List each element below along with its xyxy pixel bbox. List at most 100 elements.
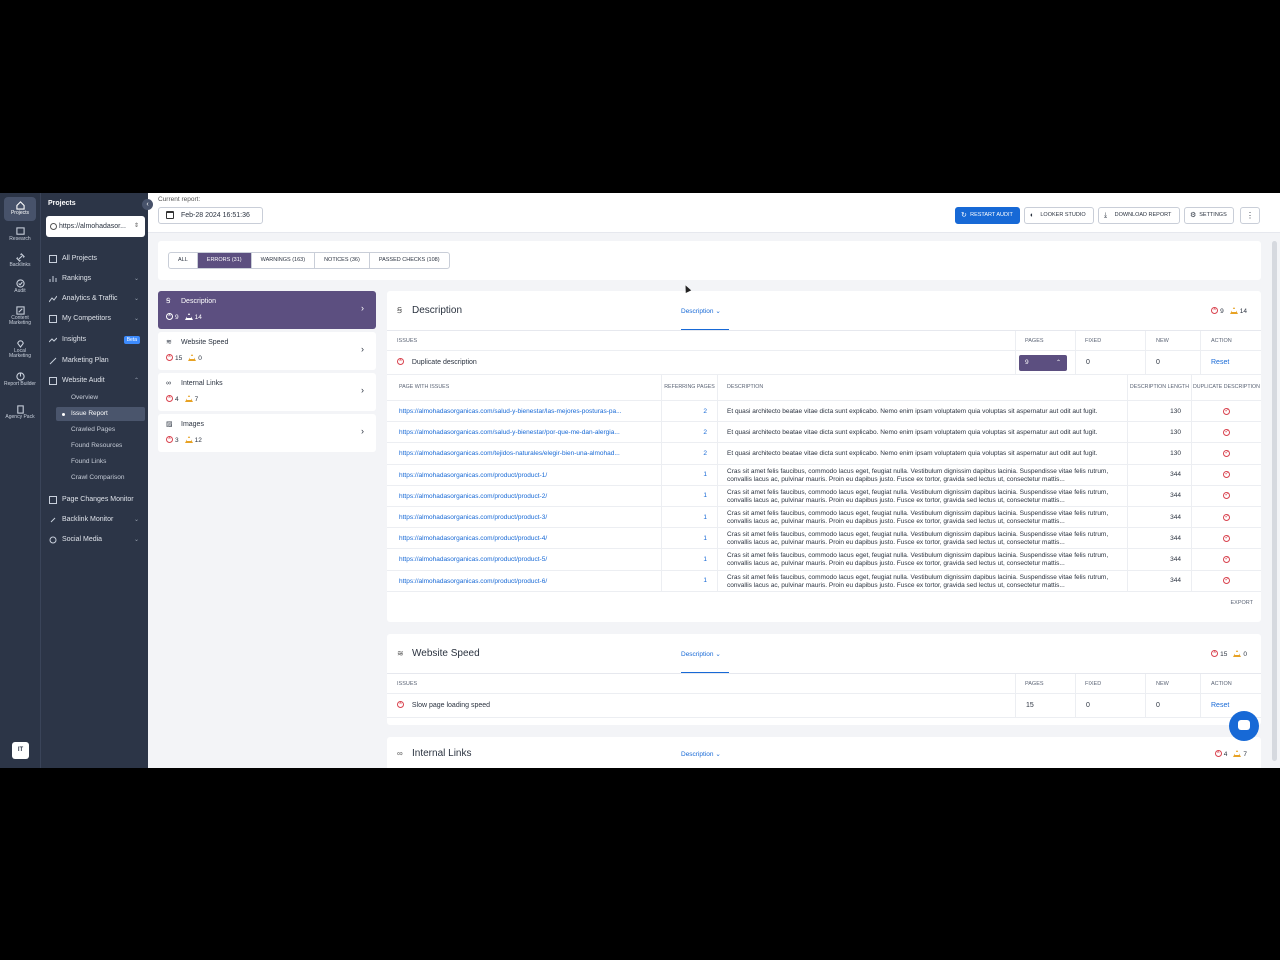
tab-warnings[interactable]: WARNINGS (163)	[252, 253, 316, 268]
page-url-link[interactable]: https://almohadasorganicas.com/product/p…	[399, 465, 654, 485]
sidebar-item-competitors[interactable]: My Competitors ⌄	[41, 311, 148, 327]
page-scrollbar[interactable]	[1272, 241, 1277, 761]
topbar: Current report: Feb-28 2024 16:51:36 ↻ R…	[148, 193, 1280, 233]
category-name: Images	[181, 421, 204, 428]
sidebar-item-insights[interactable]: Insights Beta	[41, 332, 148, 348]
avatar[interactable]: IT	[12, 742, 29, 759]
rail-backlinks[interactable]: Backlinks	[4, 249, 36, 273]
more-menu-button[interactable]: ⋮	[1240, 207, 1260, 224]
sidebar-item-page-changes[interactable]: Page Changes Monitor	[41, 492, 148, 508]
category-internal-links[interactable]: ∞ Internal Links 47 ›	[158, 373, 376, 411]
referring-pages-count[interactable]: 1	[661, 549, 717, 570]
referring-pages-count[interactable]: 1	[661, 485, 717, 506]
rail-content-marketing[interactable]: Content Marketing	[4, 302, 36, 332]
rail-agency-pack[interactable]: Agency Pack	[4, 401, 36, 431]
sidebar-item-analytics[interactable]: Analytics & Traffic ⌄	[41, 291, 148, 307]
report-date-select[interactable]: Feb-28 2024 16:51:36	[158, 207, 263, 224]
view-dropdown[interactable]: Description ⌄	[681, 650, 721, 658]
affected-page-row: https://almohadasorganicas.com/product/p…	[387, 506, 1261, 529]
settings-button[interactable]: ⚙ SETTINGS	[1184, 207, 1234, 224]
duplicate-cell	[1191, 506, 1261, 528]
page-url-link[interactable]: https://almohadasorganicas.com/product/p…	[399, 549, 654, 569]
category-counts: 15 0	[166, 353, 202, 362]
rail-research[interactable]: Research	[4, 223, 36, 247]
export-link[interactable]: EXPORT	[387, 592, 1261, 614]
sidebar-sub-issue-report[interactable]: Issue Report	[56, 407, 145, 421]
error-count: 15	[175, 355, 183, 362]
rail-report-builder[interactable]: Report Builder	[4, 368, 36, 398]
page-url-link[interactable]: https://almohadasorganicas.com/tejidos-n…	[399, 443, 654, 463]
sidebar-sub-crawl-comparison[interactable]: Crawl Comparison	[56, 471, 145, 485]
tab-errors[interactable]: ERRORS (31)	[197, 253, 252, 268]
description-icon: Ꞩ	[397, 306, 403, 315]
chevron-right-icon: ›	[361, 344, 364, 354]
tab-all[interactable]: ALL	[169, 253, 198, 268]
tab-notices[interactable]: NOTICES (36)	[315, 253, 370, 268]
sidebar-sub-crawled-pages[interactable]: Crawled Pages	[56, 423, 145, 437]
view-dropdown[interactable]: Description ⌄	[681, 307, 721, 315]
sidebar-sub-found-resources[interactable]: Found Resources	[56, 439, 145, 453]
page-url-link[interactable]: https://almohadasorganicas.com/salud-y-b…	[399, 422, 654, 442]
issue-row[interactable]: Duplicate description 9⌃ 0 0 Reset	[387, 351, 1261, 375]
referring-pages-count[interactable]: 1	[661, 506, 717, 528]
reset-link[interactable]: Reset	[1200, 351, 1261, 374]
sidebar-sub-found-links[interactable]: Found Links	[56, 455, 145, 469]
column-header: NEW	[1145, 674, 1200, 693]
sidebar-collapse-button[interactable]: ‹	[142, 199, 153, 210]
issue-row[interactable]: Slow page loading speed 15 0 0 Reset	[387, 694, 1261, 718]
page-url-link[interactable]: https://almohadasorganicas.com/salud-y-b…	[399, 401, 654, 421]
rail-projects[interactable]: Projects	[4, 197, 36, 221]
view-dropdown[interactable]: Description ⌄	[681, 750, 721, 758]
sidebar-item-marketing-plan[interactable]: Marketing Plan	[41, 353, 148, 369]
sidebar-item-rankings[interactable]: Rankings ⌄	[41, 271, 148, 287]
link-icon: ∞	[397, 749, 403, 758]
sidebar-item-website-audit[interactable]: Website Audit ⌃	[41, 373, 148, 389]
referring-pages-count[interactable]: 2	[661, 443, 717, 464]
rail-audit[interactable]: Audit	[4, 275, 36, 299]
rail-label: Backlinks	[9, 262, 31, 268]
tab-passed-checks[interactable]: PASSED CHECKS (108)	[370, 253, 449, 268]
duplicate-check-icon	[1223, 428, 1230, 437]
referring-pages-count[interactable]: 1	[661, 464, 717, 485]
project-url: https://almohadasor...	[59, 223, 126, 230]
sidebar-item-backlink-monitor[interactable]: Backlink Monitor ⌄	[41, 512, 148, 528]
page-url-link[interactable]: https://almohadasorganicas.com/product/p…	[399, 571, 654, 591]
chat-support-button[interactable]	[1229, 711, 1259, 741]
refresh-icon: ↻	[961, 212, 967, 219]
category-name: Website Speed	[181, 339, 229, 346]
referring-pages-count[interactable]: 2	[661, 401, 717, 422]
issue-type-tabs: ALL ERRORS (31) WARNINGS (163) NOTICES (…	[168, 252, 450, 269]
restart-audit-button[interactable]: ↻ RESTART AUDIT	[955, 207, 1020, 224]
referring-pages-count[interactable]: 1	[661, 570, 717, 591]
referring-pages-count[interactable]: 2	[661, 422, 717, 443]
page-url-link[interactable]: https://almohadasorganicas.com/product/p…	[399, 528, 654, 548]
section-counts: 47	[1214, 749, 1247, 758]
sidebar-sub-overview[interactable]: Overview	[56, 391, 145, 405]
affected-page-row: https://almohadasorganicas.com/product/p…	[387, 570, 1261, 592]
dropdown-label: Description	[681, 651, 714, 658]
looker-studio-button[interactable]: ◐ LOOKER STUDIO	[1024, 207, 1094, 224]
sidebar-item-label: Insights	[62, 336, 87, 343]
chevron-down-icon: ⌄	[133, 276, 139, 282]
category-images[interactable]: ▨ Images 3 12 ›	[158, 414, 376, 452]
category-description[interactable]: Ꞩ Description 9 14 ›	[158, 291, 376, 329]
sidebar-item-label: Backlink Monitor	[62, 516, 114, 523]
sidebar-item-social-media[interactable]: Social Media ⌄	[41, 532, 148, 548]
column-header: ISSUES	[397, 338, 418, 344]
sidebar-item-all-projects[interactable]: All Projects	[41, 251, 148, 267]
pen-icon	[15, 306, 25, 315]
column-header: PAGE WITH ISSUES	[399, 384, 450, 391]
duplicate-cell	[1191, 570, 1261, 591]
sidebar-item-label: Website Audit	[62, 377, 105, 384]
project-select[interactable]: https://almohadasor... ⇕	[46, 216, 145, 237]
pages-count-toggle[interactable]: 9 ⌃	[1019, 355, 1067, 371]
report-date: Feb-28 2024 16:51:36	[181, 212, 250, 219]
download-report-button[interactable]: ⤓ DOWNLOAD REPORT	[1098, 207, 1180, 224]
description-length: 344	[1127, 464, 1191, 485]
referring-pages-count[interactable]: 1	[661, 528, 717, 549]
rail-local-marketing[interactable]: Local Marketing	[4, 335, 36, 365]
pages-count[interactable]: 15	[1015, 694, 1075, 717]
page-url-link[interactable]: https://almohadasorganicas.com/product/p…	[399, 507, 654, 527]
page-url-link[interactable]: https://almohadasorganicas.com/product/p…	[399, 486, 654, 506]
category-website-speed[interactable]: ≋ Website Speed 15 0 ›	[158, 332, 376, 370]
